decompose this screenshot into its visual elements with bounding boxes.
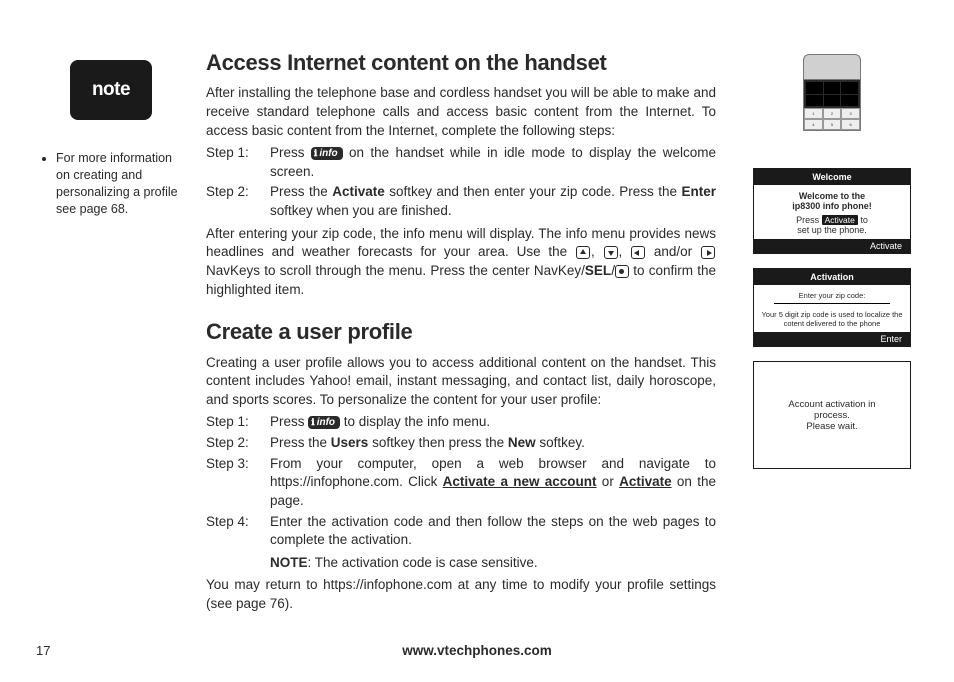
screen-processing: Account activation in process. Please wa…: [753, 361, 911, 469]
screen-welcome: Welcome Welcome to theip8300 info phone!…: [753, 168, 911, 254]
navkey-down-icon: [604, 246, 618, 259]
footer-url: www.vtechphones.com: [0, 643, 954, 658]
note-bullet-item: For more information on creating and per…: [56, 150, 186, 218]
section1-post: After entering your zip code, the info m…: [206, 225, 716, 300]
step-label: Step 2:: [206, 183, 270, 220]
note-sidebar: note For more information on creating an…: [36, 48, 186, 662]
step-label: Step 1:: [206, 413, 270, 432]
section1-intro: After installing the telephone base and …: [206, 84, 716, 140]
navkey-select-icon: [615, 265, 629, 278]
step-label: Step 1:: [206, 144, 270, 181]
navkey-left-icon: [631, 246, 645, 259]
info-icon: info: [311, 147, 343, 160]
step-label: Step 3:: [206, 455, 270, 511]
screen-illustrations: 123456 Welcome Welcome to theip8300 info…: [746, 48, 918, 662]
navkey-right-icon: [701, 246, 715, 259]
step-body: Press the Users softkey then press the N…: [270, 434, 716, 453]
step-body: Press info on the handset while in idle …: [270, 144, 716, 181]
step-body: Press info to display the info menu.: [270, 413, 716, 432]
screen-header: Welcome: [754, 169, 910, 185]
section2-outro: You may return to https://infophone.com …: [206, 576, 716, 613]
activate-inline-button: Activate: [822, 215, 858, 225]
screen-softkey: Activate: [754, 239, 910, 253]
zip-input-line: [774, 302, 889, 304]
screen-header: Activation: [754, 269, 910, 285]
navkey-up-icon: [576, 246, 590, 259]
step-body: From your computer, open a web browser a…: [270, 455, 716, 511]
step-body: Press the Activate softkey and then ente…: [270, 183, 716, 220]
section-heading-access: Access Internet content on the handset: [206, 48, 716, 78]
handset-illustration: 123456: [797, 54, 867, 154]
section-heading-profile: Create a user profile: [206, 317, 716, 347]
step-label: Step 4:: [206, 513, 270, 573]
info-icon: info: [308, 416, 340, 429]
note-badge: note: [70, 60, 152, 120]
section2-intro: Creating a user profile allows you to ac…: [206, 354, 716, 410]
screen-softkey: Enter: [754, 332, 910, 346]
step-label: Step 2:: [206, 434, 270, 453]
main-content: Access Internet content on the handset A…: [206, 48, 726, 662]
screen-activation: Activation Enter your zip code: Your 5 d…: [753, 268, 911, 347]
step-body: Enter the activation code and then follo…: [270, 513, 716, 573]
